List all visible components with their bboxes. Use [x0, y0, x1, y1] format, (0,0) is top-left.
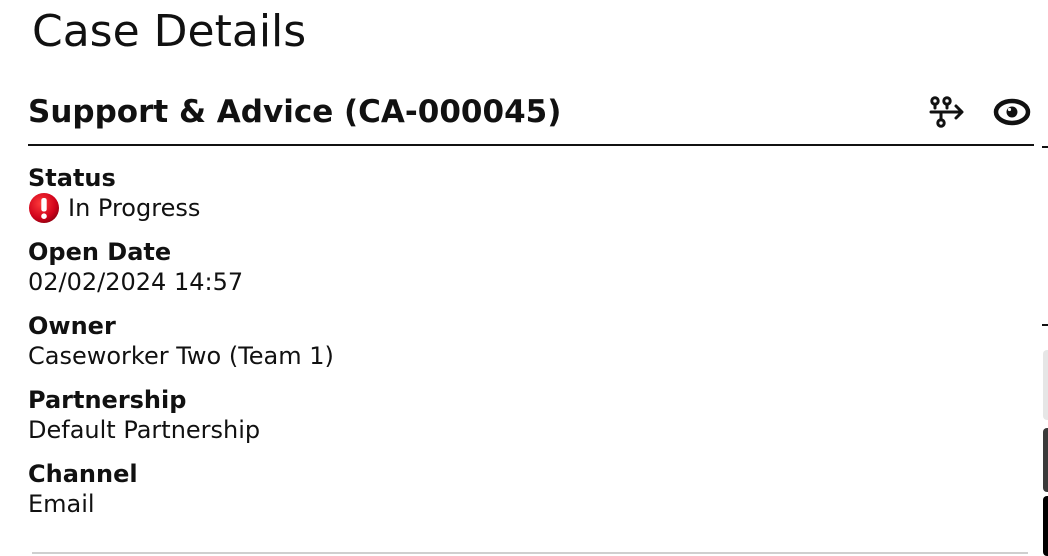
status-value-row: In Progress: [28, 192, 1034, 224]
adjacent-panel-tab[interactable]: [1043, 496, 1048, 556]
open-date-value: 02/02/2024 14:57: [28, 268, 244, 296]
adjacent-panel-divider: [1042, 324, 1048, 326]
channel-label: Channel: [28, 460, 138, 488]
case-fields: Status In Progress Open Date 02/02/2024 …: [28, 146, 1034, 520]
workflow-icon: [929, 96, 964, 128]
partnership-value: Default Partnership: [28, 416, 261, 444]
field-channel: Channel Email: [28, 460, 1034, 520]
field-open-date: Open Date 02/02/2024 14:57: [28, 238, 1034, 298]
owner-label: Owner: [28, 312, 116, 340]
section-divider: [32, 552, 1028, 554]
case-title: Support & Advice (CA-000045): [28, 94, 562, 130]
field-owner: Owner Caseworker Two (Team 1): [28, 312, 1034, 372]
case-card-header: Support & Advice (CA-000045): [28, 86, 1034, 146]
alert-icon: [29, 193, 59, 223]
adjacent-panel-tab[interactable]: [1043, 350, 1048, 420]
owner-value: Caseworker Two (Team 1): [28, 342, 334, 370]
field-status: Status In Progress: [28, 164, 1034, 224]
field-partnership: Partnership Default Partnership: [28, 386, 1034, 446]
view-button[interactable]: [990, 92, 1034, 132]
adjacent-panel-divider: [1042, 146, 1048, 148]
open-date-label: Open Date: [28, 238, 172, 266]
adjacent-panel-tab[interactable]: [1043, 428, 1048, 492]
partnership-label: Partnership: [28, 386, 187, 414]
status-value: In Progress: [68, 194, 201, 222]
page-title: Case Details: [32, 6, 307, 57]
workflow-button[interactable]: [926, 92, 970, 132]
channel-value: Email: [28, 490, 95, 518]
status-label: Status: [28, 164, 116, 192]
eye-icon: [993, 98, 1031, 126]
case-header-actions: [906, 92, 1034, 132]
case-details-page: Case Details Support & Advice (CA-000045…: [0, 0, 1048, 556]
case-card: Support & Advice (CA-000045) Status In P…: [28, 86, 1034, 534]
